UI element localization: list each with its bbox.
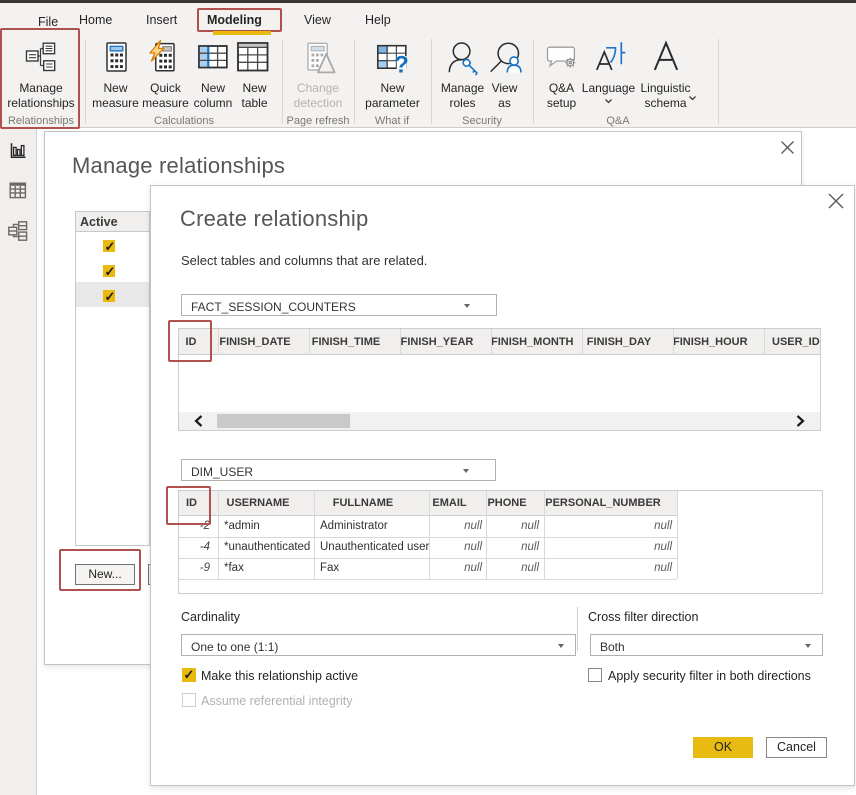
svg-text:?: ? xyxy=(394,52,409,79)
